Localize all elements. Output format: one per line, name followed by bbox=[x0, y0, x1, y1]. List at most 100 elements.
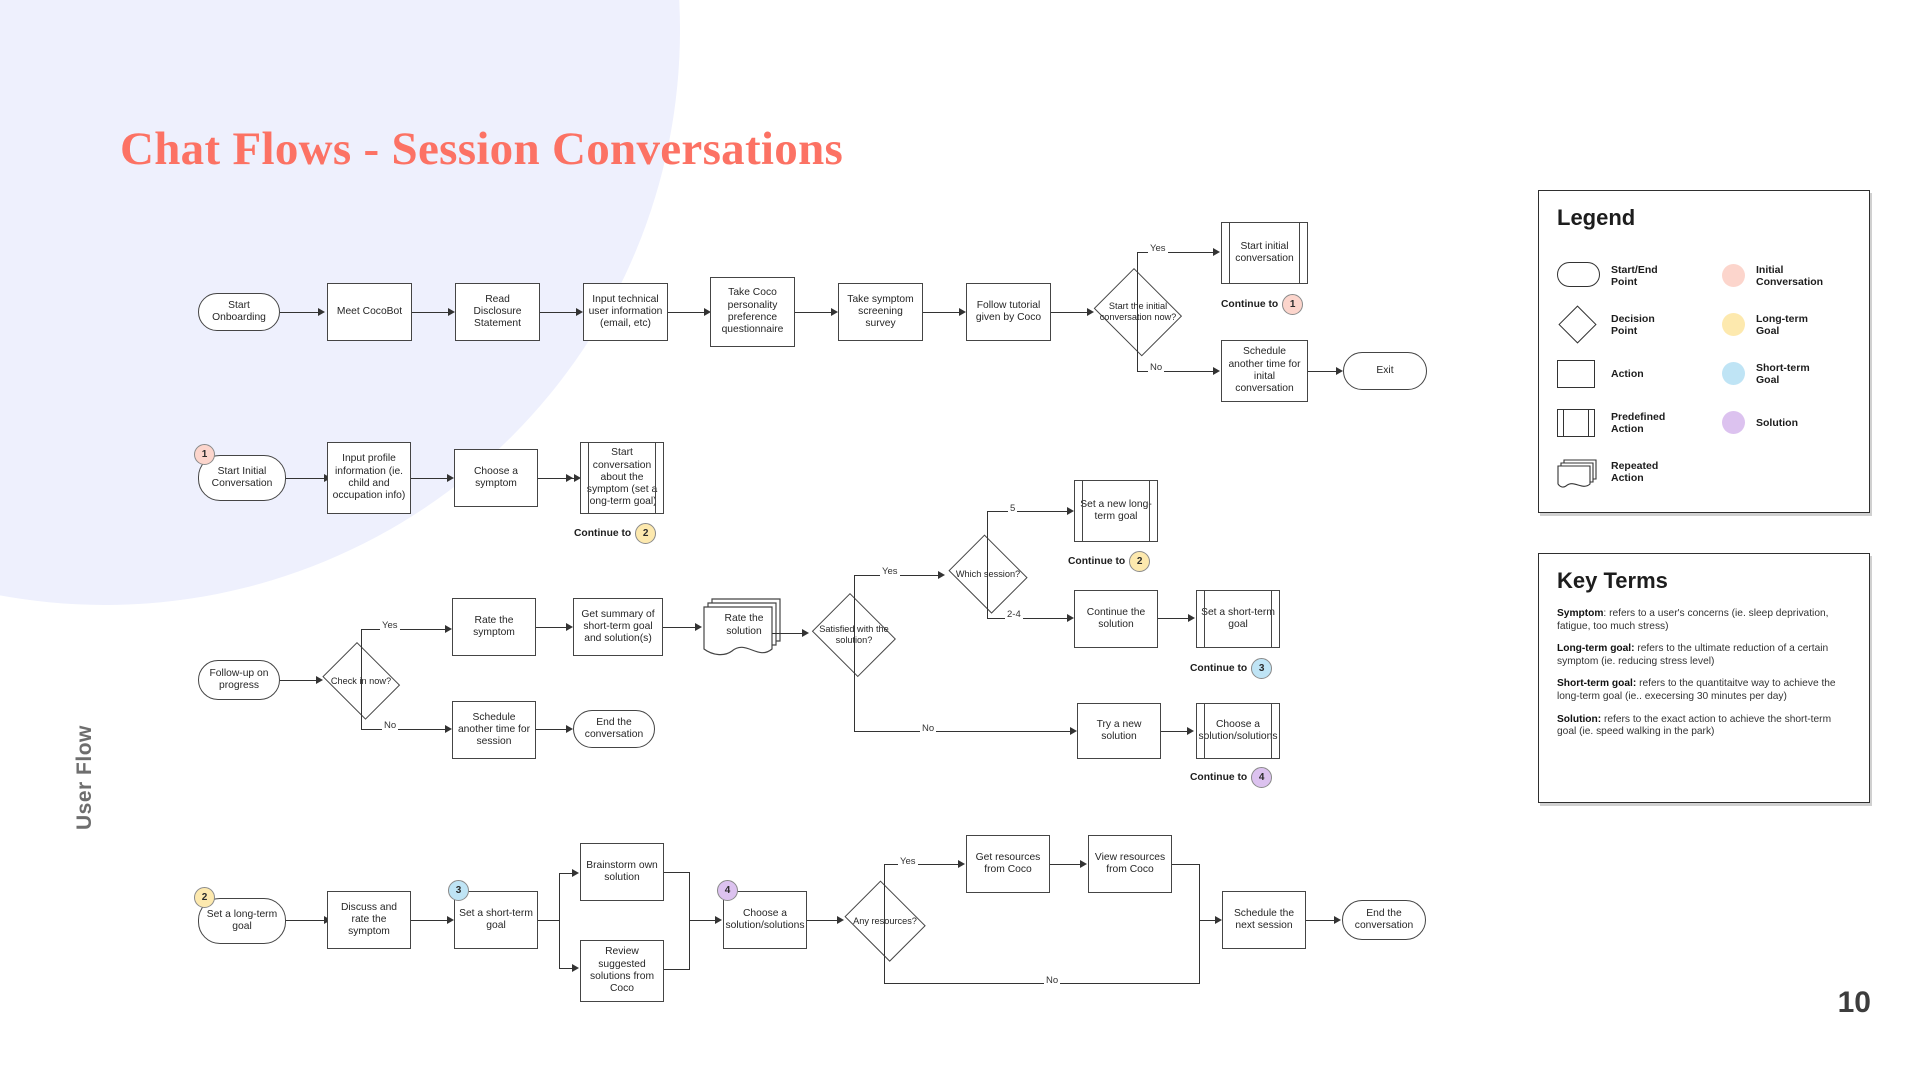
legend-label: Short-term Goal bbox=[1756, 361, 1810, 386]
connector bbox=[668, 312, 706, 314]
node-choose-a-solution-solutions-row4[interactable]: Choose a solution/solutions bbox=[723, 891, 807, 949]
connector bbox=[361, 629, 447, 631]
node-take-coco-personality-questionnaire[interactable]: Take Coco personality preference questio… bbox=[710, 277, 795, 347]
stadium-icon bbox=[1557, 262, 1600, 287]
node-follow-up-on-progress[interactable]: Follow-up on progress bbox=[198, 660, 280, 700]
connector bbox=[795, 312, 833, 314]
connector bbox=[411, 478, 449, 480]
arrow-icon bbox=[566, 474, 573, 482]
connector bbox=[663, 627, 697, 629]
node-start-initial-conversation[interactable]: Start initial conversation bbox=[1221, 222, 1308, 284]
node-start-onboarding[interactable]: Start Onboarding bbox=[198, 293, 280, 331]
node-end-the-conversation-row4[interactable]: End the conversation bbox=[1342, 900, 1426, 940]
edge-label-yes: Yes bbox=[1148, 243, 1168, 254]
node-review-suggested-solutions-from-coco[interactable]: Review suggested solutions from Coco bbox=[580, 940, 664, 1002]
node-exit[interactable]: Exit bbox=[1343, 352, 1427, 390]
connector bbox=[361, 629, 363, 681]
connector bbox=[559, 873, 561, 969]
arrow-icon bbox=[318, 308, 325, 316]
legend-color-column: Initial Conversation Long-term Goal Short-… bbox=[1719, 251, 1851, 447]
connector bbox=[987, 511, 1069, 513]
arrow-icon bbox=[447, 474, 454, 482]
node-rate-the-solution[interactable]: Rate the solution bbox=[702, 595, 786, 665]
connector bbox=[280, 312, 320, 314]
badge-2: 2 bbox=[1129, 551, 1151, 572]
node-get-resources-from-coco[interactable]: Get resources from Coco bbox=[966, 835, 1050, 893]
edge-label-no: No bbox=[1148, 362, 1165, 373]
connector bbox=[361, 680, 363, 730]
legend-item-solution: Solution bbox=[1719, 398, 1851, 447]
arrow-icon bbox=[445, 625, 452, 633]
connector bbox=[1161, 731, 1189, 733]
legend-label: Start/End Point bbox=[1611, 263, 1658, 288]
arrow-icon bbox=[958, 860, 965, 868]
badge-2-entry: 2 bbox=[194, 887, 215, 908]
badge-4: 4 bbox=[1251, 767, 1273, 788]
connector bbox=[807, 920, 839, 922]
node-set-a-short-term-goal-row4[interactable]: Set a short-term goal bbox=[454, 891, 538, 949]
node-meet-cocobot[interactable]: Meet CocoBot bbox=[327, 283, 412, 341]
legend-item-predefined-action: Predefined Action bbox=[1557, 398, 1706, 447]
connector bbox=[412, 312, 450, 314]
node-choose-a-solution-solutions-row3[interactable]: Choose a solution/solutions bbox=[1196, 703, 1280, 759]
badge-3-entry: 3 bbox=[448, 880, 469, 901]
key-terms-panel: Key Terms Symptom: refers to a user's co… bbox=[1538, 553, 1870, 803]
connector bbox=[884, 864, 886, 921]
node-continue-the-solution[interactable]: Continue the solution bbox=[1074, 590, 1158, 648]
continue-to-1: Continue to 1 bbox=[1221, 294, 1304, 315]
connector bbox=[538, 920, 560, 922]
node-read-disclosure-statement[interactable]: Read Disclosure Statement bbox=[455, 283, 540, 341]
connector bbox=[1050, 864, 1082, 866]
node-input-profile-information[interactable]: Input profile information (ie. child and… bbox=[327, 442, 411, 514]
arrow-icon bbox=[1188, 614, 1195, 622]
key-term-name: Symptom bbox=[1557, 608, 1604, 619]
edge-label-no: No bbox=[920, 723, 937, 734]
node-rate-the-symptom[interactable]: Rate the symptom bbox=[452, 598, 536, 656]
connector bbox=[884, 921, 886, 984]
node-view-resources-from-coco[interactable]: View resources from Coco bbox=[1088, 835, 1172, 893]
legend-label: Long-term Goal bbox=[1756, 312, 1808, 337]
continue-label: Continue to bbox=[1068, 556, 1126, 567]
arrow-icon bbox=[1187, 727, 1194, 735]
connector bbox=[664, 969, 690, 971]
arrow-icon bbox=[1336, 367, 1343, 375]
node-schedule-the-next-session[interactable]: Schedule the next session bbox=[1222, 891, 1306, 949]
key-terms-list: Symptom: refers to a user's concerns (ie… bbox=[1557, 608, 1853, 749]
continue-to-2-row2: Continue to 2 bbox=[574, 523, 657, 544]
arrow-icon bbox=[572, 869, 579, 877]
key-term-name: Solution: bbox=[1557, 713, 1602, 725]
node-take-symptom-screening-survey[interactable]: Take symptom screening survey bbox=[838, 283, 923, 341]
edge-label-yes: Yes bbox=[898, 856, 918, 867]
section-label-user-flow: User Flow bbox=[73, 725, 96, 830]
node-start-conversation-about-symptom[interactable]: Start conversation about the symptom (se… bbox=[580, 442, 664, 514]
continue-to-3: Continue to 3 bbox=[1190, 658, 1273, 679]
connector bbox=[1199, 864, 1201, 920]
predefined-action-icon bbox=[1557, 409, 1595, 437]
legend-panel: Legend Start/End Point Decision Point Acti… bbox=[1538, 190, 1870, 513]
arrow-icon bbox=[572, 964, 579, 972]
node-schedule-another-time-for-session[interactable]: Schedule another time for session bbox=[452, 701, 536, 759]
node-set-a-new-long-term-goal[interactable]: Set a new long-term goal bbox=[1074, 480, 1158, 542]
edge-label-yes: Yes bbox=[380, 620, 400, 631]
node-discuss-and-rate-the-symptom[interactable]: Discuss and rate the symptom bbox=[327, 891, 411, 949]
connector bbox=[689, 920, 717, 922]
arrow-icon bbox=[1080, 860, 1087, 868]
arrow-icon bbox=[715, 916, 722, 924]
edge-label-no: No bbox=[1044, 975, 1061, 986]
edge-label-no: No bbox=[382, 720, 399, 731]
node-set-a-short-term-goal-row3[interactable]: Set a short-term goal bbox=[1196, 590, 1280, 648]
key-term-name: Short-term goal: bbox=[1557, 678, 1637, 690]
node-follow-tutorial-given-by-coco[interactable]: Follow tutorial given by Coco bbox=[966, 283, 1051, 341]
legend-item-decision-point: Decision Point bbox=[1557, 300, 1706, 349]
node-try-a-new-solution[interactable]: Try a new solution bbox=[1077, 703, 1161, 759]
legend-label: Action bbox=[1611, 367, 1644, 380]
node-schedule-another-time-for-inital-conversation[interactable]: Schedule another time for inital convers… bbox=[1221, 340, 1308, 402]
node-end-the-conversation-row3[interactable]: End the conversation bbox=[573, 710, 655, 748]
node-choose-a-symptom[interactable]: Choose a symptom bbox=[454, 449, 538, 507]
node-get-summary-of-short-term-goal-and-solutions[interactable]: Get summary of short-term goal and solut… bbox=[573, 598, 663, 656]
continue-label: Continue to bbox=[1190, 663, 1248, 674]
edge-label-session-2-4: 2-4 bbox=[1005, 609, 1023, 620]
node-brainstorm-own-solution[interactable]: Brainstorm own solution bbox=[580, 843, 664, 901]
legend-label: Initial Conversation bbox=[1756, 263, 1824, 288]
node-input-technical-user-information[interactable]: Input technical user information (email,… bbox=[583, 283, 668, 341]
